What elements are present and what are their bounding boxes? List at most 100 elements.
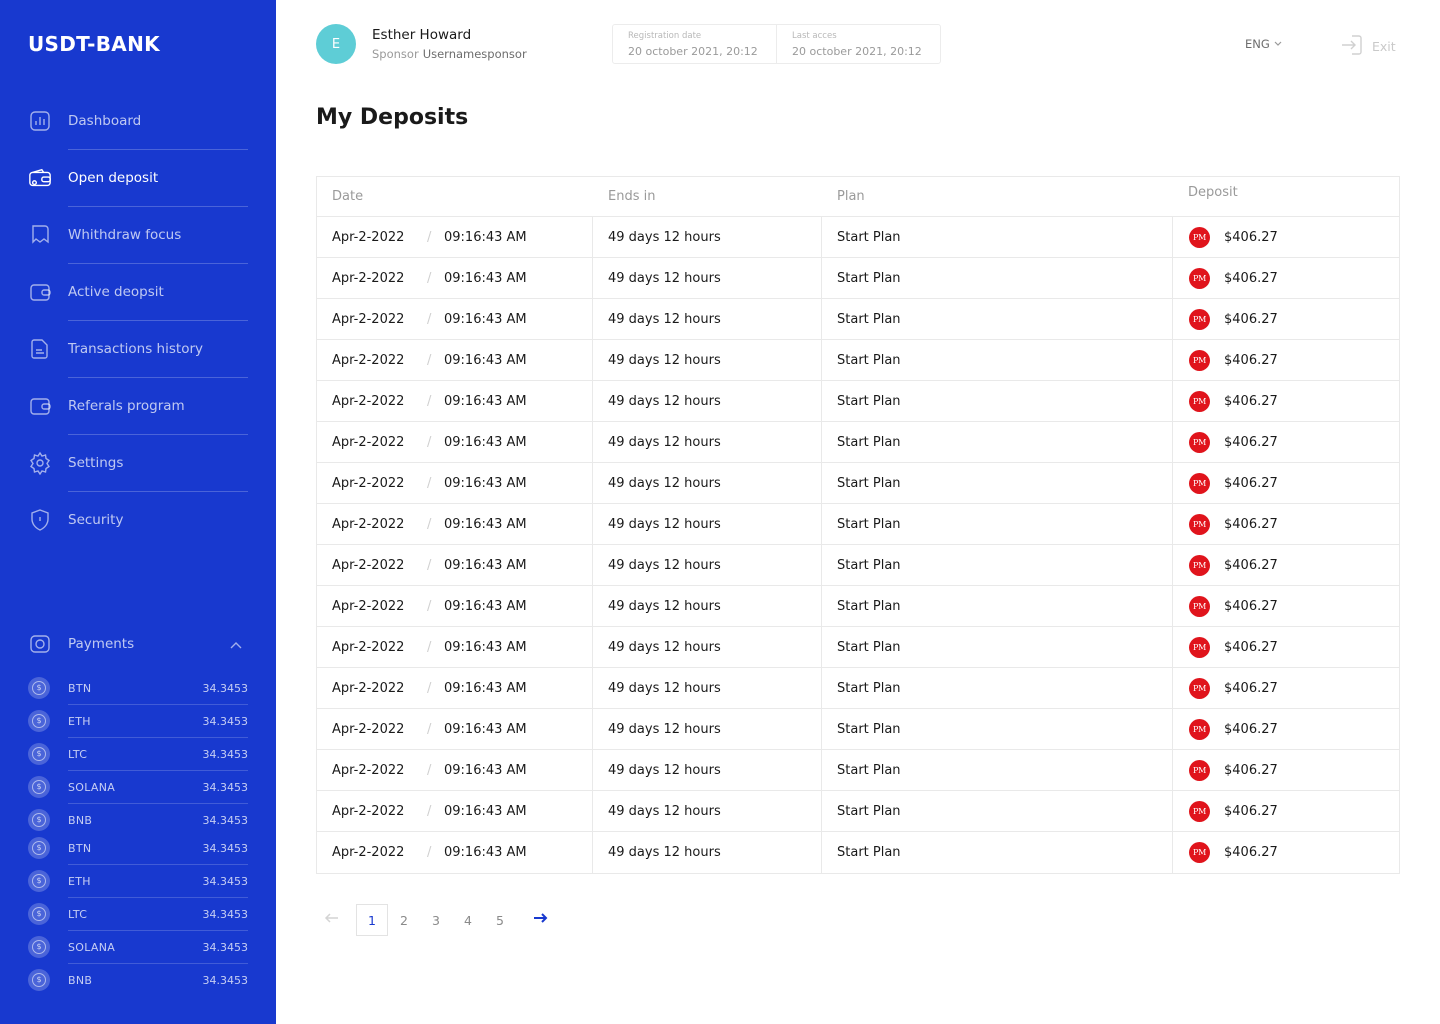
- language-selector[interactable]: ENG: [1245, 37, 1283, 51]
- cell-time: 09:16:43 AM: [444, 476, 527, 491]
- table-row[interactable]: Apr-2-2022 / 09:16:43 AM 49 days 12 hours St…: [317, 750, 1399, 791]
- date-time-separator: /: [427, 599, 432, 614]
- payment-item[interactable]: $ SOLANA 34.3453: [0, 931, 276, 964]
- perfect-money-icon: PM: [1189, 678, 1210, 699]
- registration-date-label: Registration date: [628, 31, 702, 41]
- cell-ends-in: 49 days 12 hours: [608, 230, 721, 245]
- next-page-button[interactable]: [524, 904, 556, 936]
- exit-button[interactable]: Exit: [1340, 34, 1396, 59]
- table-row[interactable]: Apr-2-2022 / 09:16:43 AM 49 days 12 hours St…: [317, 463, 1399, 504]
- date-time-separator: /: [427, 476, 432, 491]
- page-number-active[interactable]: 1: [356, 904, 388, 936]
- column-header-deposit: Deposit: [1188, 185, 1238, 200]
- cell-plan: Start Plan: [837, 230, 901, 245]
- cell-ends-in: 49 days 12 hours: [608, 845, 721, 860]
- table-row[interactable]: Apr-2-2022 / 09:16:43 AM 49 days 12 hours St…: [317, 791, 1399, 832]
- cell-plan: Start Plan: [837, 722, 901, 737]
- coin-icon: $: [28, 776, 50, 798]
- prev-page-button[interactable]: [316, 904, 348, 936]
- last-access-date: Last acces 20 october 2021, 20:12: [777, 25, 941, 63]
- arrow-left-icon: [324, 910, 340, 930]
- column-divider: [821, 381, 822, 421]
- sidebar-item-withdraw[interactable]: Whithdraw focus: [0, 206, 276, 263]
- sidebar-item-open-deposit[interactable]: Open deposit: [0, 149, 276, 206]
- coin-icon: $: [28, 677, 50, 699]
- table-row[interactable]: Apr-2-2022 / 09:16:43 AM 49 days 12 hours St…: [317, 422, 1399, 463]
- table-row[interactable]: Apr-2-2022 / 09:16:43 AM 49 days 12 hours St…: [317, 668, 1399, 709]
- column-divider: [592, 750, 593, 790]
- avatar[interactable]: E: [316, 24, 356, 64]
- cell-deposit: $406.27: [1224, 845, 1278, 860]
- sidebar-item-settings[interactable]: Settings: [0, 434, 276, 491]
- cell-deposit: $406.27: [1224, 640, 1278, 655]
- column-divider: [821, 832, 822, 873]
- table-row[interactable]: Apr-2-2022 / 09:16:43 AM 49 days 12 hours St…: [317, 340, 1399, 381]
- chevron-up-icon[interactable]: [228, 638, 244, 654]
- payments-section-toggle[interactable]: Payments: [0, 624, 276, 664]
- sidebar-item-transactions[interactable]: Transactions history: [0, 320, 276, 377]
- cell-time: 09:16:43 AM: [444, 230, 527, 245]
- table-row[interactable]: Apr-2-2022 / 09:16:43 AM 49 days 12 hours St…: [317, 258, 1399, 299]
- column-divider: [821, 258, 822, 298]
- cell-date: Apr-2-2022: [332, 230, 405, 245]
- cell-ends-in: 49 days 12 hours: [608, 271, 721, 286]
- table-row[interactable]: Apr-2-2022 / 09:16:43 AM 49 days 12 hours St…: [317, 545, 1399, 586]
- page-number[interactable]: 2: [396, 904, 412, 936]
- payment-item[interactable]: $ LTC 34.3453: [0, 898, 276, 931]
- payment-item[interactable]: $ ETH 34.3453: [0, 705, 276, 738]
- column-divider: [821, 463, 822, 503]
- registration-date-value: 20 october 2021, 20:12: [628, 45, 758, 58]
- cell-deposit: $406.27: [1224, 763, 1278, 778]
- sidebar-item-active-deposit[interactable]: Active deopsit: [0, 263, 276, 320]
- table-row[interactable]: Apr-2-2022 / 09:16:43 AM 49 days 12 hours St…: [317, 217, 1399, 258]
- table-row[interactable]: Apr-2-2022 / 09:16:43 AM 49 days 12 hours St…: [317, 504, 1399, 545]
- chevron-down-icon: [1273, 37, 1283, 51]
- cell-time: 09:16:43 AM: [444, 435, 527, 450]
- sidebar: USDT-BANK Dashboard Open deposit Whithdr…: [0, 0, 276, 1024]
- column-divider: [592, 586, 593, 626]
- payment-item[interactable]: $ SOLANA 34.3453: [0, 771, 276, 804]
- column-divider: [821, 750, 822, 790]
- sidebar-item-dashboard[interactable]: Dashboard: [0, 92, 276, 149]
- perfect-money-icon: PM: [1189, 719, 1210, 740]
- payment-item[interactable]: $ BNB 34.3453: [0, 964, 276, 997]
- table-row[interactable]: Apr-2-2022 / 09:16:43 AM 49 days 12 hours St…: [317, 381, 1399, 422]
- column-divider: [1172, 217, 1173, 257]
- sponsor-label: Sponsor: [372, 47, 419, 61]
- table-row[interactable]: Apr-2-2022 / 09:16:43 AM 49 days 12 hours St…: [317, 586, 1399, 627]
- cell-plan: Start Plan: [837, 394, 901, 409]
- cell-ends-in: 49 days 12 hours: [608, 763, 721, 778]
- page-number[interactable]: 5: [492, 904, 508, 936]
- table-row[interactable]: Apr-2-2022 / 09:16:43 AM 49 days 12 hours St…: [317, 709, 1399, 750]
- table-row[interactable]: Apr-2-2022 / 09:16:43 AM 49 days 12 hours St…: [317, 832, 1399, 873]
- payment-name: LTC: [68, 748, 88, 761]
- column-divider: [821, 422, 822, 462]
- sidebar-item-security[interactable]: Security: [0, 491, 276, 548]
- sidebar-item-label: Whithdraw focus: [68, 226, 182, 243]
- cell-plan: Start Plan: [837, 271, 901, 286]
- cell-ends-in: 49 days 12 hours: [608, 517, 721, 532]
- cell-time: 09:16:43 AM: [444, 804, 527, 819]
- table-row[interactable]: Apr-2-2022 / 09:16:43 AM 49 days 12 hours St…: [317, 627, 1399, 668]
- page-number[interactable]: 3: [428, 904, 444, 936]
- column-divider: [592, 832, 593, 873]
- payment-item[interactable]: $ ETH 34.3453: [0, 865, 276, 898]
- payment-item[interactable]: $ BTN 34.3453: [0, 832, 276, 865]
- perfect-money-icon: PM: [1189, 309, 1210, 330]
- payment-name: BNB: [68, 814, 93, 827]
- cell-ends-in: 49 days 12 hours: [608, 599, 721, 614]
- sidebar-item-referrals[interactable]: Referals program: [0, 377, 276, 434]
- column-divider: [821, 709, 822, 749]
- page-number[interactable]: 4: [460, 904, 476, 936]
- payment-item[interactable]: $ BTN 34.3453: [0, 672, 276, 705]
- payment-item[interactable]: $ LTC 34.3453: [0, 738, 276, 771]
- cell-time: 09:16:43 AM: [444, 394, 527, 409]
- app-logo[interactable]: USDT-BANK: [28, 32, 160, 56]
- payment-value: 34.3453: [202, 748, 249, 761]
- table-row[interactable]: Apr-2-2022 / 09:16:43 AM 49 days 12 hours St…: [317, 299, 1399, 340]
- column-divider: [592, 504, 593, 544]
- cell-date: Apr-2-2022: [332, 435, 405, 450]
- coin-icon: $: [28, 870, 50, 892]
- cell-deposit: $406.27: [1224, 517, 1278, 532]
- column-divider: [1172, 504, 1173, 544]
